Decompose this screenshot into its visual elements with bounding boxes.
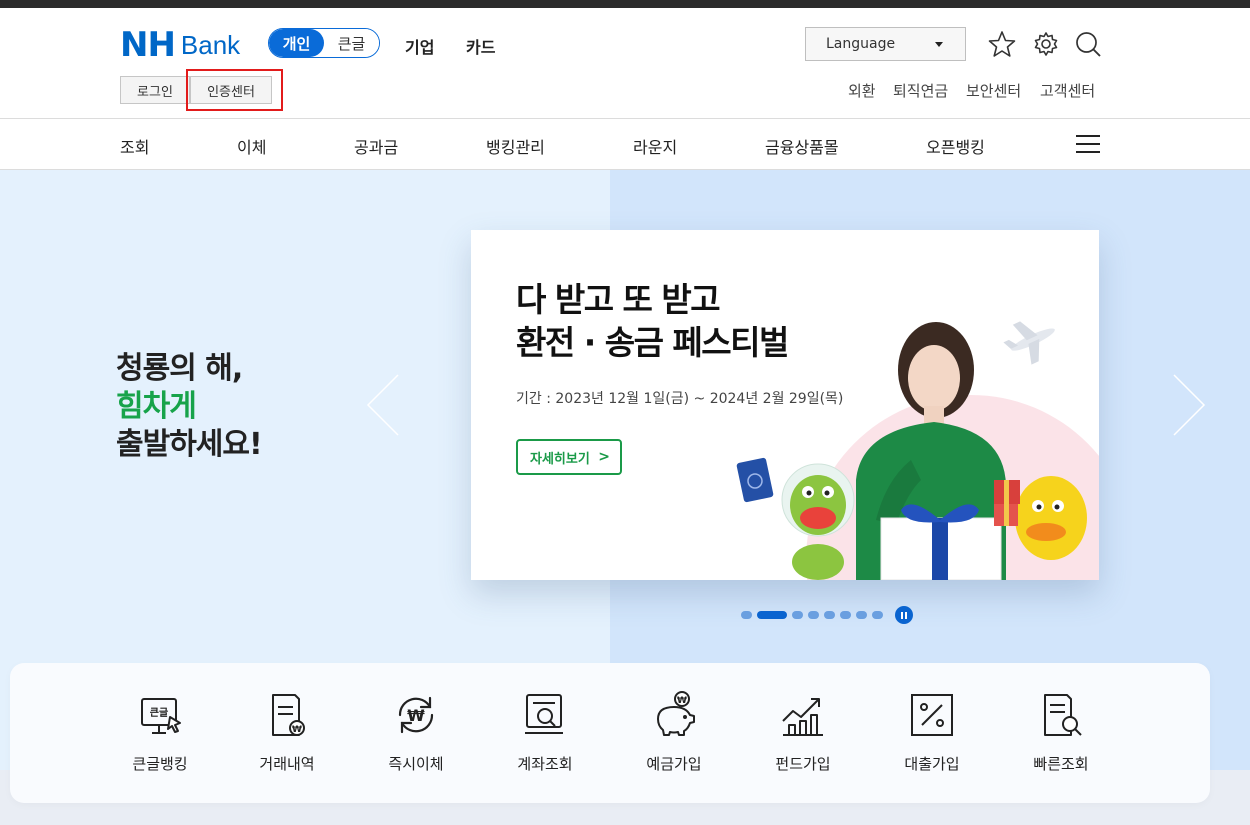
document-won-icon: ₩ <box>272 694 305 736</box>
large-font-monitor-icon: 큰글 <box>141 698 181 734</box>
window-top-bar <box>0 0 1250 8</box>
quick-item-label: 거래내역 <box>259 755 315 773</box>
quick-item-label: 큰글뱅킹 <box>132 755 188 773</box>
logo-nh-text: NH <box>120 25 176 65</box>
nav-item-open-banking[interactable]: 오픈뱅킹 <box>926 134 985 158</box>
nav-item-financial-mall[interactable]: 금융상품몰 <box>765 134 839 158</box>
carousel-dot[interactable] <box>741 611 752 619</box>
quick-item-label: 즉시이체 <box>388 755 444 773</box>
quick-item-label: 예금가입 <box>646 755 702 773</box>
quick-item-label: 대출가입 <box>904 755 960 773</box>
quick-item-label: 펀드가입 <box>775 755 831 773</box>
link-card[interactable]: 카드 <box>466 34 495 58</box>
link-customer-center[interactable]: 고객센터 <box>1040 80 1095 101</box>
nav-item-banking-management[interactable]: 뱅킹관리 <box>486 134 545 158</box>
link-security-center[interactable]: 보안센터 <box>966 80 1021 101</box>
quick-item-instant-transfer[interactable]: ₩ 즉시이체 <box>361 691 471 774</box>
quick-item-transaction-history[interactable]: ₩ 거래내역 <box>232 691 342 774</box>
quick-item-large-font-banking[interactable]: 큰글 큰글뱅킹 <box>105 691 215 774</box>
slogan-line-3: 출발하세요! <box>116 427 263 462</box>
gear-icon[interactable] <box>1032 30 1060 58</box>
document-magnifier-icon <box>1044 694 1082 736</box>
svg-text:₩: ₩ <box>407 706 425 725</box>
carousel-dot[interactable] <box>792 611 803 619</box>
highlight-box <box>186 69 283 111</box>
carousel-dot[interactable] <box>824 611 835 619</box>
hero-slogan: 청룡의 해, 힘차게 출발하세요! <box>116 350 263 464</box>
quick-menu: 큰글 큰글뱅킹 ₩ 거래내역 ₩ 즉시이체 계좌조회 ₩ 예금가입 펀드가입 대… <box>10 663 1210 803</box>
banner-detail-button[interactable]: 자세히보기 > <box>516 439 622 475</box>
nh-bank-logo[interactable]: NH Bank <box>120 28 240 62</box>
banner-detail-label: 자세히보기 <box>530 451 590 467</box>
segment-large-font[interactable]: 큰글 <box>324 29 379 57</box>
quick-item-label: 빠른조회 <box>1033 755 1089 773</box>
personal-largefont-toggle: 개인 큰글 <box>268 28 380 58</box>
carousel-dot[interactable] <box>808 611 819 619</box>
carousel-dot[interactable] <box>872 611 883 619</box>
svg-text:₩: ₩ <box>677 696 687 706</box>
document-search-icon <box>525 694 563 734</box>
chevron-right-icon[interactable] <box>1168 373 1208 437</box>
quick-item-label: 계좌조회 <box>517 755 573 773</box>
quick-item-quick-inquiry[interactable]: 빠른조회 <box>1006 691 1116 774</box>
quick-item-deposit-signup[interactable]: ₩ 예금가입 <box>619 691 729 774</box>
login-button[interactable]: 로그인 <box>120 76 190 104</box>
nav-item-transfer[interactable]: 이체 <box>237 134 266 158</box>
carousel-dot[interactable] <box>856 611 867 619</box>
search-icon[interactable] <box>1074 30 1102 58</box>
link-enterprise[interactable]: 기업 <box>405 34 434 58</box>
chevron-down-icon <box>935 42 943 47</box>
logo-bank-text: Bank <box>180 30 241 60</box>
link-retirement-pension[interactable]: 퇴직연금 <box>893 80 948 101</box>
main-navigation: 조회 이체 공과금 뱅킹관리 라운지 금융상품몰 오픈뱅킹 <box>0 118 1250 170</box>
hamburger-menu-icon[interactable] <box>1076 135 1100 154</box>
refresh-won-icon: ₩ <box>398 696 434 734</box>
green-dragon-character <box>736 457 855 580</box>
percent-icon <box>911 694 953 736</box>
piggy-bank-icon: ₩ <box>657 691 695 736</box>
quick-item-fund-signup[interactable]: 펀드가입 <box>748 691 858 774</box>
quick-item-loan-signup[interactable]: 대출가입 <box>877 691 987 774</box>
pause-icon[interactable] <box>895 606 913 624</box>
language-select[interactable]: Language <box>805 27 966 61</box>
star-icon[interactable] <box>988 30 1016 58</box>
nav-item-lounge[interactable]: 라운지 <box>633 134 677 158</box>
segment-personal[interactable]: 개인 <box>269 29 324 57</box>
carousel-indicators <box>741 605 913 625</box>
hero-section: 청룡의 해, 힘차게 출발하세요! 다 받고 또 받고 환전 · 송금 페스티벌… <box>0 170 1250 825</box>
chevron-right-small-icon: > <box>598 449 610 465</box>
promo-banner[interactable]: 다 받고 또 받고 환전 · 송금 페스티벌 기간 : 2023년 12월 1일… <box>471 230 1099 580</box>
nav-item-inquiry[interactable]: 조회 <box>120 134 149 158</box>
link-foreign-exchange[interactable]: 외환 <box>848 80 876 101</box>
nav-item-utility-bills[interactable]: 공과금 <box>354 134 398 158</box>
slogan-line-2: 힘차게 <box>116 389 197 424</box>
carousel-dot[interactable] <box>840 611 851 619</box>
svg-text:큰글: 큰글 <box>150 707 168 719</box>
chart-up-icon <box>782 698 823 736</box>
language-select-label: Language <box>826 36 896 52</box>
site-header: NH Bank 개인 큰글 기업 카드 Language 로그인 인증센터 외환… <box>0 8 1250 118</box>
carousel-dot-active[interactable] <box>757 611 787 619</box>
chevron-left-icon[interactable] <box>364 373 404 437</box>
slogan-line-1: 청룡의 해, <box>116 351 243 386</box>
svg-text:₩: ₩ <box>292 725 302 735</box>
banner-illustration <box>736 321 1099 580</box>
airplane-icon <box>1003 321 1055 365</box>
quick-item-account-inquiry[interactable]: 계좌조회 <box>490 691 600 774</box>
